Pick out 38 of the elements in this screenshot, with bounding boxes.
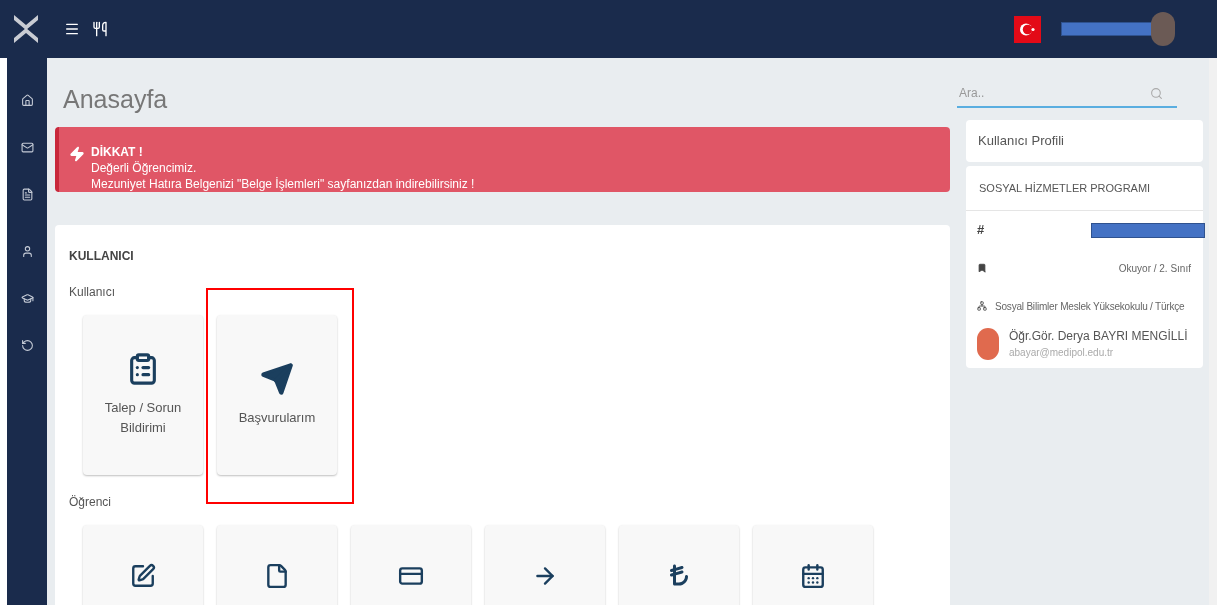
flag-icon[interactable]	[1014, 15, 1041, 43]
alert-text: Değerli Öğrencimiz.	[91, 159, 197, 176]
section-label: Kullanıcı	[69, 283, 116, 301]
home-icon[interactable]	[20, 94, 34, 107]
calendar-icon	[800, 562, 826, 589]
program-name: SOSYAL HİZMETLER PROGRAMI	[979, 180, 1151, 196]
file-icon	[264, 562, 290, 589]
faculty-text: Sosyal Bilimler Meslek Yüksekokulu / Türkçe	[995, 299, 1185, 314]
panel-title: KULLANICI	[69, 247, 134, 265]
menu-tile[interactable]: Talep / Sorun Bildirimi	[83, 314, 203, 475]
paper-plane-icon	[260, 361, 294, 396]
section-label: Öğrenci	[69, 493, 112, 511]
status-text: Okuyor / 2. Sınıf	[1118, 261, 1191, 276]
profile-title: Kullanıcı Profili	[978, 132, 1064, 151]
alert-title: DİKKAT !	[91, 143, 143, 160]
avatar	[977, 327, 999, 360]
utensils-icon[interactable]	[92, 21, 108, 37]
document-icon[interactable]	[20, 188, 34, 201]
history-icon[interactable]	[20, 339, 34, 352]
user-icon[interactable]	[20, 245, 34, 258]
alert-text: Mezuniyet Hatıra Belgenizi "Belge İşlemleri" sayfanızdan indirebilirsiniz !	[91, 175, 475, 192]
lira-icon	[667, 562, 691, 587]
page-title: Anasayfa	[63, 84, 168, 115]
advisor-email: abayar@medipol.edu.tr	[1009, 346, 1115, 360]
edit-icon	[130, 562, 156, 589]
advisor-name: Öğr.Gör. Derya BAYRI MENGİLLİ	[1009, 328, 1188, 345]
menu-icon[interactable]	[64, 21, 80, 37]
bolt-icon	[69, 145, 85, 162]
logo-icon	[12, 13, 40, 45]
graduation-cap-icon[interactable]	[20, 292, 34, 305]
tile-label: Başvurularım	[238, 408, 316, 427]
mail-icon[interactable]	[20, 141, 34, 154]
hash-symbol: #	[977, 221, 985, 240]
search-field[interactable]: Ara..	[957, 80, 1177, 108]
sitemap-icon	[977, 301, 987, 311]
tile-label: Talep / Sorun Bildirimi	[103, 398, 183, 437]
bookmark-icon	[977, 263, 987, 273]
menu-tile[interactable]: Başvurularım	[217, 314, 337, 475]
